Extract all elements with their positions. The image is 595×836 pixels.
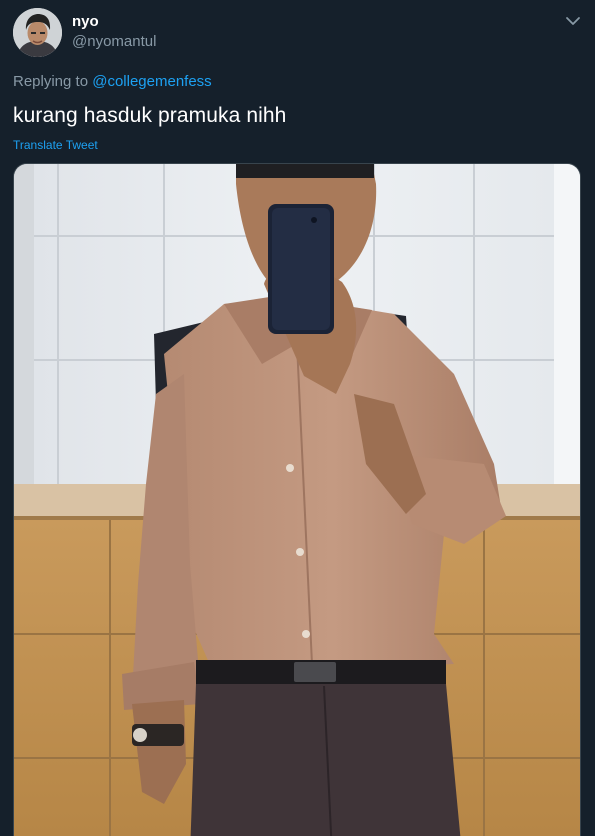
tweet-media-photo[interactable] — [13, 163, 581, 836]
mirror-selfie-photo — [14, 164, 580, 836]
tweet-text: kurang hasduk pramuka nihh — [13, 104, 287, 127]
display-name[interactable]: nyo — [72, 13, 99, 30]
tweet: nyo @nyomantul Replying to @collegemenfe… — [0, 0, 595, 836]
chevron-down-icon[interactable] — [563, 13, 583, 29]
user-handle[interactable]: @nyomantul — [72, 33, 156, 50]
reply-mention-link[interactable]: @collegemenfess — [92, 73, 211, 90]
replying-to-label: Replying to — [13, 73, 93, 90]
avatar[interactable] — [13, 8, 62, 57]
translate-tweet-link[interactable]: Translate Tweet — [13, 138, 98, 152]
avatar-photo — [13, 8, 62, 57]
replying-to: Replying to @collegemenfess — [13, 73, 212, 90]
